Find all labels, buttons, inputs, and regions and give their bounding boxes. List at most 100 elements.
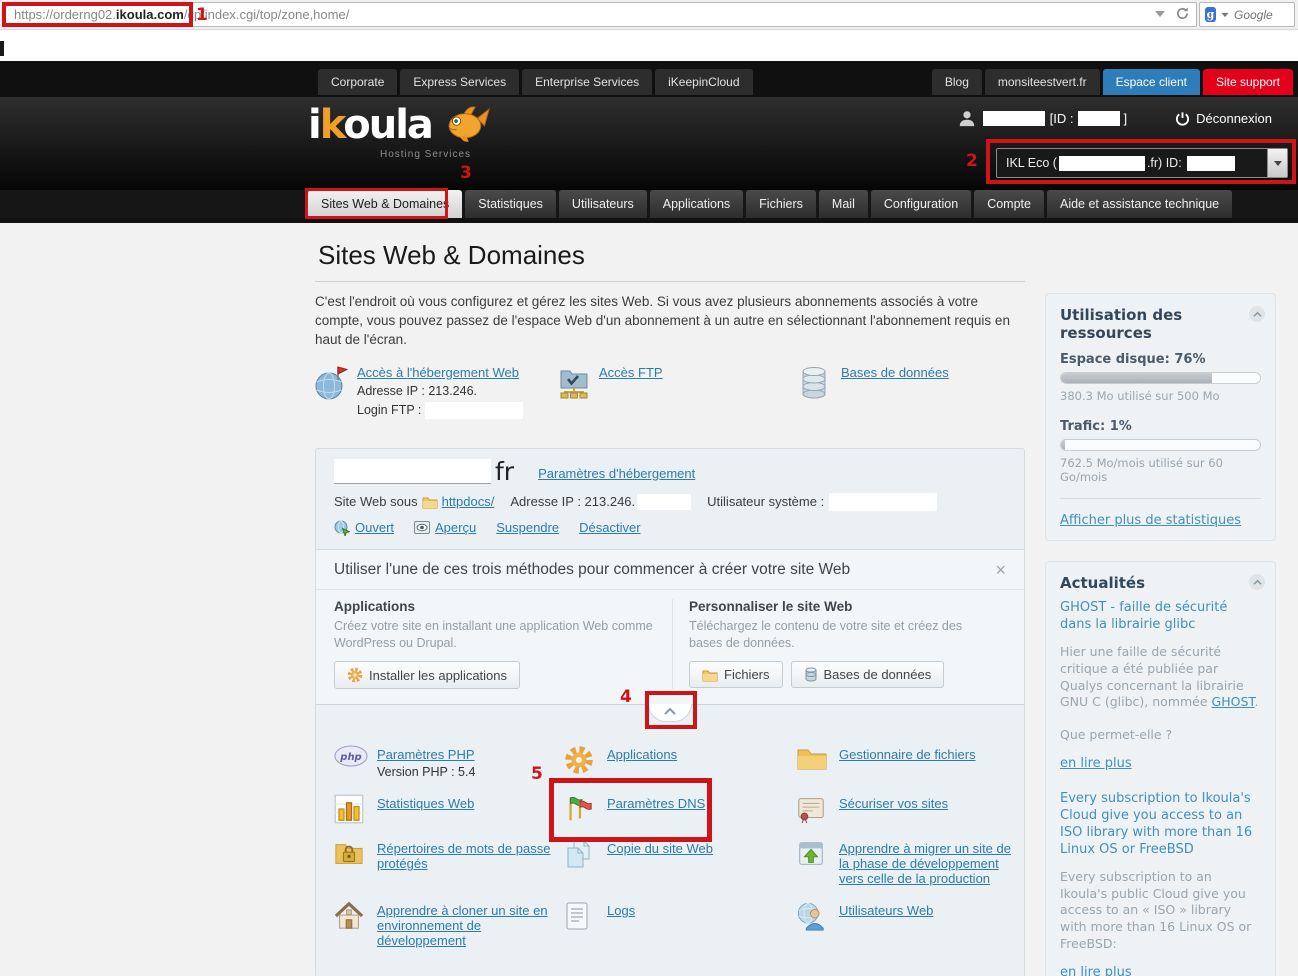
ghost-link[interactable]: GHOST — [1212, 694, 1255, 709]
header-body: ikoula Hosting Services [ID : — [0, 97, 1298, 190]
disable-link[interactable]: Désactiver — [579, 520, 640, 535]
search-box[interactable]: g — [1199, 2, 1295, 27]
install-applications-button[interactable]: Installer les applications — [334, 661, 520, 689]
tool-file-manager: Gestionnaire de fichiers — [796, 747, 1018, 779]
site-under-label: Site Web sous — [334, 494, 418, 509]
user-info: [ID : ] Déconnexion — [958, 109, 1272, 127]
preview-link[interactable]: Aperçu — [435, 520, 476, 535]
tool-dns-settings: Paramètres DNS — [564, 796, 796, 824]
more-statistics-link[interactable]: Afficher plus de statistiques — [1060, 513, 1241, 528]
url-input[interactable]: https://orderng02.ikoula.com/cp/index.cg… — [5, 2, 1197, 27]
topnav-espace-client[interactable]: Espace client — [1103, 69, 1200, 95]
topnav-site-support[interactable]: Site support — [1203, 69, 1293, 95]
domain-suffix: fr — [495, 459, 514, 484]
web-users-link[interactable]: Utilisateurs Web — [839, 903, 933, 918]
intro-text: C'est l'endroit où vous configurez et gé… — [315, 293, 1020, 350]
select-arrow-icon[interactable] — [1267, 149, 1287, 177]
hosting-settings-link[interactable]: Paramètres d'hébergement — [538, 466, 695, 481]
site-copy-link[interactable]: Copie du site Web — [607, 841, 713, 856]
certificate-icon — [796, 794, 830, 824]
search-input[interactable] — [1234, 8, 1289, 22]
dns-settings-link[interactable]: Paramètres DNS — [607, 796, 705, 811]
news-extra-1: Que permet-elle ? — [1060, 727, 1261, 744]
protected-directories-link[interactable]: Répertoires de mots de passe protégés — [377, 841, 559, 871]
subscription-select[interactable]: IKL Eco ( .fr) ID: — [996, 148, 1288, 178]
url-toolbar: https://orderng02.ikoula.com/cp/index.cg… — [0, 0, 1298, 30]
topnav-ikeepincloud[interactable]: iKeepinCloud — [655, 69, 752, 95]
topnav-enterprise-services[interactable]: Enterprise Services — [522, 69, 652, 95]
file-manager-link[interactable]: Gestionnaire de fichiers — [839, 747, 976, 762]
reload-icon[interactable] — [1175, 6, 1190, 21]
tab-sites-web-domaines[interactable]: Sites Web & Domaines — [308, 190, 462, 218]
migrate-site-link[interactable]: Apprendre à migrer un site de la phase d… — [839, 841, 1018, 886]
applications-link[interactable]: Applications — [607, 747, 677, 762]
open-site-icon — [334, 520, 350, 536]
bar-chart-icon — [334, 794, 368, 824]
read-more-link-1[interactable]: en lire plus — [1060, 756, 1132, 771]
hosting-access-link[interactable]: Accès à l'hébergement Web — [357, 365, 519, 380]
logout-link[interactable]: Déconnexion — [1196, 111, 1272, 126]
databases-link[interactable]: Bases de données — [841, 365, 949, 380]
logs-link[interactable]: Logs — [607, 903, 635, 918]
disk-usage-label: Espace disque: 76% — [1060, 352, 1261, 367]
tool-php-settings: php Paramètres PHP Version PHP : 5.4 — [334, 747, 564, 779]
preview-icon — [414, 521, 430, 534]
sidebar: Utilisation des ressources Espace disque… — [1045, 293, 1276, 976]
tab-mail[interactable]: Mail — [819, 190, 868, 218]
close-icon[interactable]: × — [995, 561, 1006, 579]
ftp-access-link[interactable]: Accès FTP — [599, 365, 663, 380]
tool-clone-site: Apprendre à cloner un site en environnem… — [334, 903, 564, 948]
decorative-mark — [0, 41, 4, 56]
logs-document-icon — [564, 901, 598, 931]
topnav-blog[interactable]: Blog — [932, 69, 982, 95]
url-path: /cp/index.cgi/top/zone,home/ — [184, 7, 350, 22]
web-statistics-link[interactable]: Statistiques Web — [377, 796, 474, 811]
search-engine-dropdown-icon[interactable] — [1222, 12, 1229, 16]
page-title: Sites Web & Domaines — [318, 240, 1025, 271]
tab-aide-assistance[interactable]: Aide et assistance technique — [1047, 190, 1232, 218]
clone-site-link[interactable]: Apprendre à cloner un site en environnem… — [377, 903, 564, 948]
collapse-banner-button[interactable] — [648, 704, 692, 722]
httpdocs-link[interactable]: httpdocs/ — [442, 494, 495, 509]
domain-panel: fr Paramètres d'hébergement Site Web sou… — [315, 448, 1025, 976]
collapse-resources-icon[interactable] — [1249, 306, 1265, 322]
lock-folder-icon — [334, 839, 368, 869]
tab-configuration[interactable]: Configuration — [871, 190, 971, 218]
house-icon — [334, 901, 368, 931]
ftp-folder-icon — [557, 365, 593, 419]
tab-applications[interactable]: Applications — [650, 190, 743, 218]
url-scheme: https://orderng02. — [14, 7, 116, 22]
tab-statistiques[interactable]: Statistiques — [465, 190, 556, 218]
tool-site-copy: Copie du site Web — [564, 841, 796, 886]
quick-links: Accès à l'hébergement Web Adresse IP : 2… — [315, 365, 1025, 419]
news-headline-2[interactable]: Every subscription to Ikoula's Cloud giv… — [1060, 791, 1261, 859]
php-settings-link[interactable]: Paramètres PHP — [377, 747, 475, 762]
php-version: Version PHP : 5.4 — [377, 765, 475, 779]
quicklink-ftp: Accès FTP — [557, 365, 799, 419]
tab-compte[interactable]: Compte — [974, 190, 1044, 218]
topnav-monsiteestvert[interactable]: monsiteestvert.fr — [985, 69, 1100, 95]
topnav-corporate[interactable]: Corporate — [318, 69, 397, 95]
news-headline-1[interactable]: GHOST - faille de sécurité dans la libra… — [1060, 600, 1261, 634]
php-icon: php — [334, 745, 368, 767]
tool-protected-directories: Répertoires de mots de passe protégés — [334, 841, 564, 886]
suspend-link[interactable]: Suspendre — [496, 520, 559, 535]
collapse-news-icon[interactable] — [1249, 574, 1265, 590]
secure-sites-link[interactable]: Sécuriser vos sites — [839, 796, 948, 811]
url-dropdown-icon[interactable] — [1155, 11, 1165, 17]
tab-fichiers[interactable]: Fichiers — [746, 190, 816, 218]
hosting-ftp-login: Login FTP : — [357, 402, 523, 419]
tab-utilisateurs[interactable]: Utilisateurs — [559, 190, 647, 218]
ikoula-logo[interactable]: ikoula Hosting Services — [308, 105, 492, 147]
redacted-subscription-id — [1187, 156, 1235, 171]
databases-button[interactable]: Bases de données — [791, 661, 945, 688]
open-site-link[interactable]: Ouvert — [355, 520, 394, 535]
page-content: Sites Web & Domaines C'est l'endroit où … — [0, 223, 1298, 976]
topnav-express-services[interactable]: Express Services — [400, 69, 519, 95]
gear-icon — [564, 745, 598, 775]
user-icon — [958, 109, 976, 127]
read-more-link-2[interactable]: en lire plus — [1060, 965, 1132, 976]
tool-secure-sites: Sécuriser vos sites — [796, 796, 1018, 824]
files-button[interactable]: Fichiers — [689, 661, 783, 688]
banner-custom-title: Personnaliser le site Web — [689, 599, 990, 614]
